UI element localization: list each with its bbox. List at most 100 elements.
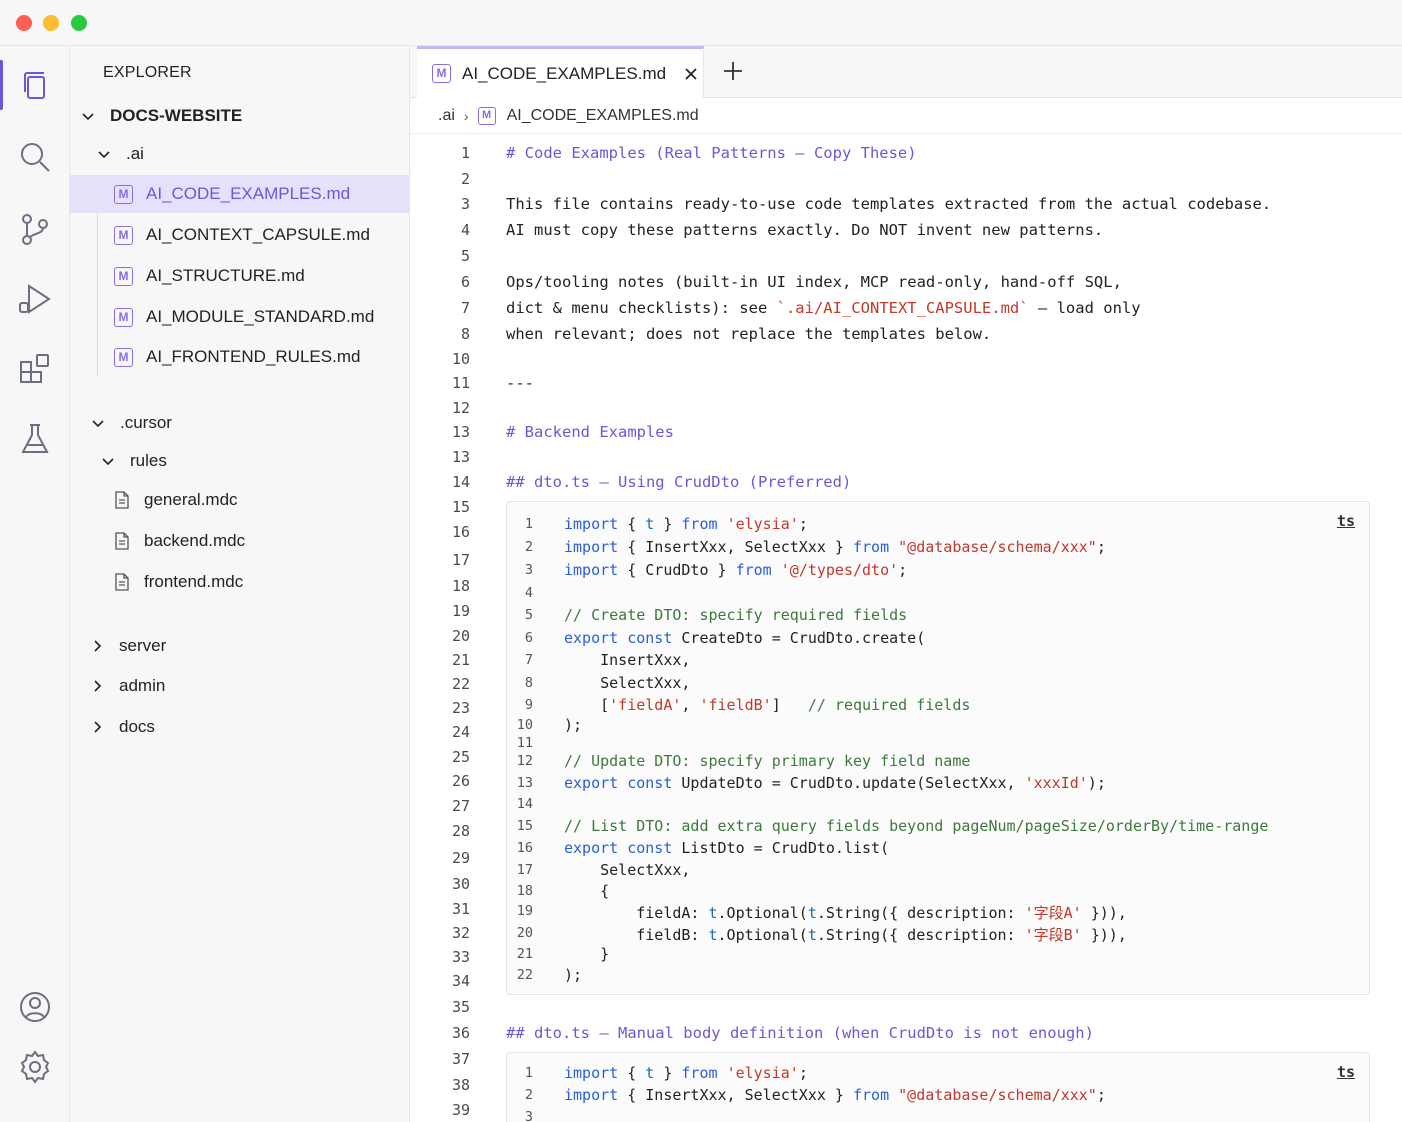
code-line-number: 8	[524, 675, 533, 691]
line-number: 13	[451, 423, 470, 441]
folder-label: admin	[119, 676, 166, 695]
line-number: 1	[460, 144, 470, 162]
line-number: 31	[451, 900, 470, 918]
search-icon[interactable]	[0, 126, 70, 188]
code-language-label: ts	[1336, 512, 1355, 530]
code-block[interactable]: ts 1 2 3 import { t } from 'elysia'; impor…	[506, 1052, 1370, 1122]
file-item[interactable]: M AI_FRONTEND_RULES.md	[70, 338, 409, 376]
code-line: fieldA: t.Optional(t.String({ descriptio…	[564, 904, 1127, 922]
line-number: 8	[460, 325, 470, 343]
chevron-down-icon	[90, 415, 106, 431]
file-label: frontend.mdc	[144, 572, 244, 591]
doc-text: AI must copy these patterns exactly. Do …	[506, 221, 1104, 239]
code-line: import { CrudDto } from '@/types/dto';	[564, 561, 908, 579]
chevron-right-icon: ›	[463, 107, 469, 124]
activity-bar	[0, 46, 70, 1122]
extensions-icon[interactable]	[0, 338, 70, 400]
chevron-right-icon	[89, 678, 105, 694]
doc-heading: # Code Examples (Real Patterns — Copy Th…	[506, 144, 917, 162]
markdown-file-icon: M	[114, 307, 133, 327]
folder-docs[interactable]: docs	[70, 708, 409, 746]
folder-rules[interactable]: rules	[70, 442, 409, 480]
code-line: import { t } from 'elysia';	[564, 515, 808, 533]
folder-ai[interactable]: .ai	[70, 135, 409, 173]
line-number: 21	[451, 651, 470, 669]
code-line-number: 22	[516, 967, 533, 983]
account-icon[interactable]	[0, 976, 70, 1038]
line-number: 30	[451, 875, 470, 893]
file-label: AI_STRUCTURE.md	[146, 266, 305, 285]
line-number: 24	[451, 723, 470, 741]
editor-tab[interactable]: M AI_CODE_EXAMPLES.md	[417, 46, 704, 98]
settings-gear-icon[interactable]	[0, 1036, 70, 1098]
code-line-number: 4	[524, 585, 533, 601]
file-document-icon	[112, 490, 132, 510]
line-number: 22	[451, 675, 470, 693]
doc-divider: ---	[506, 374, 534, 392]
close-window-button[interactable]	[16, 15, 32, 31]
breadcrumb-file[interactable]: AI_CODE_EXAMPLES.md	[507, 107, 699, 125]
doc-subheading: ## dto.ts — Manual body definition (when…	[506, 1024, 1094, 1042]
line-number: 36	[451, 1024, 470, 1042]
line-number: 12	[451, 399, 470, 417]
line-number: 5	[460, 247, 470, 265]
root-folder[interactable]: DOCS-WEBSITE	[70, 97, 409, 135]
line-number: 32	[451, 924, 470, 942]
line-number: 35	[451, 998, 470, 1016]
line-number: 33	[451, 948, 470, 966]
code-line-number: 19	[516, 903, 533, 919]
code-line: export const ListDto = CrudDto.list(	[564, 839, 890, 857]
code-line: fieldB: t.Optional(t.String({ descriptio…	[564, 926, 1127, 944]
markdown-file-icon: M	[477, 106, 496, 125]
minimize-window-button[interactable]	[43, 15, 59, 31]
file-label: AI_MODULE_STANDARD.md	[146, 307, 375, 326]
file-item[interactable]: backend.mdc	[70, 522, 409, 560]
markdown-file-icon: M	[114, 225, 133, 245]
line-number: 18	[451, 577, 470, 595]
breadcrumb-folder[interactable]: .ai	[438, 107, 455, 125]
file-item[interactable]: M AI_CODE_EXAMPLES.md	[70, 175, 409, 213]
code-line-number: 6	[524, 630, 533, 646]
folder-server[interactable]: server	[70, 627, 409, 665]
file-item[interactable]: frontend.mdc	[70, 563, 409, 601]
file-item[interactable]: M AI_STRUCTURE.md	[70, 257, 409, 295]
markdown-file-icon: M	[114, 266, 133, 286]
run-debug-icon[interactable]	[0, 268, 70, 330]
markdown-file-icon: M	[432, 64, 451, 83]
code-block[interactable]: ts 1 2 3 4 5 6 7 8 9 10 11 12 13 14 15 16 17 18 19 20 21 22 i…	[506, 501, 1370, 995]
file-item[interactable]: M AI_MODULE_STANDARD.md	[70, 298, 409, 336]
testing-flask-icon[interactable]	[0, 408, 70, 470]
code-line: ['fieldA', 'fieldB'] // required fields	[564, 696, 971, 714]
file-label: AI_FRONTEND_RULES.md	[146, 347, 361, 366]
code-line-number: 11	[516, 735, 533, 751]
line-number: 27	[451, 797, 470, 815]
maximize-window-button[interactable]	[71, 15, 87, 31]
code-line: InsertXxx,	[564, 651, 691, 669]
code-line: import { t } from 'elysia';	[564, 1064, 808, 1082]
explorer-icon[interactable]	[0, 54, 70, 116]
code-line-number: 9	[524, 697, 533, 713]
code-line: {	[564, 882, 610, 900]
source-control-icon[interactable]	[0, 198, 70, 260]
folder-admin[interactable]: admin	[70, 667, 409, 705]
code-language-label: ts	[1336, 1063, 1355, 1081]
code-line: }	[564, 945, 610, 963]
close-icon[interactable]	[682, 65, 700, 83]
doc-text: when relevant; does not replace the temp…	[506, 325, 992, 343]
window-titlebar	[0, 0, 1402, 46]
folder-label: .cursor	[120, 413, 172, 432]
line-number: 14	[451, 473, 470, 491]
code-line: SelectXxx,	[564, 674, 691, 692]
code-line: import { InsertXxx, SelectXxx } from "@d…	[564, 1086, 1106, 1104]
folder-cursor[interactable]: .cursor	[70, 404, 409, 442]
code-line-number: 3	[524, 562, 533, 578]
line-number: 10	[451, 350, 470, 368]
file-item[interactable]: M AI_CONTEXT_CAPSULE.md	[70, 216, 409, 254]
file-item[interactable]: general.mdc	[70, 481, 409, 519]
code-line-number: 20	[516, 925, 533, 941]
line-number: 15	[451, 498, 470, 516]
new-tab-plus-icon[interactable]	[722, 60, 744, 82]
line-number: 26	[451, 772, 470, 790]
line-number: 2	[460, 170, 470, 188]
editor-content[interactable]: 1 2 3 4 5 6 7 8 10 11 12 13 13 14 15 16 17 18 19 20 21 22 23 24…	[410, 134, 1402, 1122]
